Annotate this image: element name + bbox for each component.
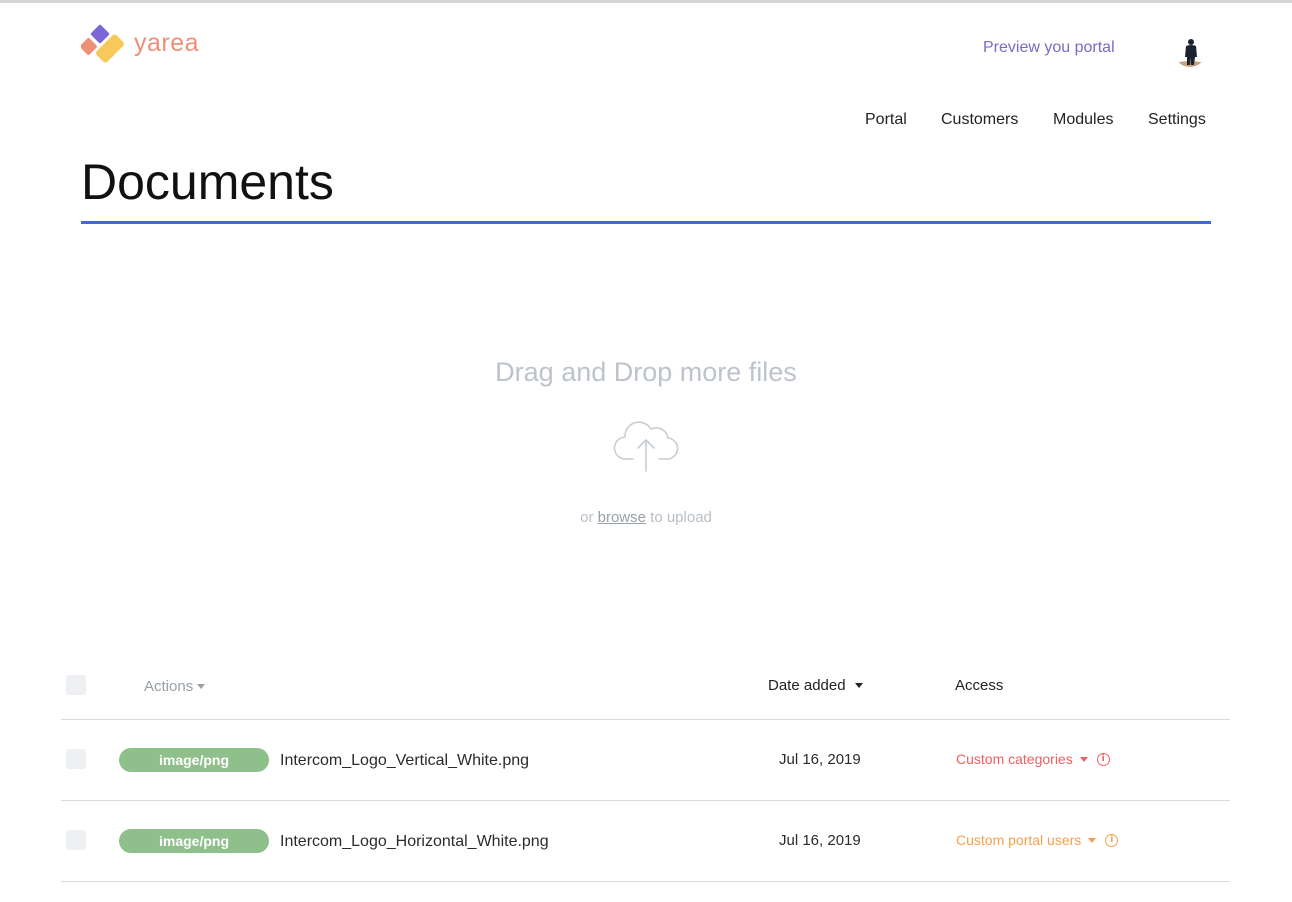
select-all-checkbox[interactable] bbox=[66, 675, 86, 695]
table-row: image/png Intercom_Logo_Horizontal_White… bbox=[61, 801, 1230, 882]
sort-desc-icon bbox=[854, 682, 863, 688]
actions-dropdown[interactable]: Actions bbox=[144, 678, 206, 695]
dropzone-sub-prefix: or bbox=[580, 509, 594, 526]
browse-link[interactable]: browse bbox=[598, 509, 646, 526]
dropzone-sub-suffix: to upload bbox=[650, 509, 712, 526]
nav-item-modules[interactable]: Modules bbox=[1053, 111, 1113, 129]
preview-portal-link[interactable]: Preview you portal bbox=[983, 39, 1115, 57]
file-type-badge: image/png bbox=[119, 748, 269, 772]
main-nav: Portal Customers Modules Settings bbox=[0, 111, 1292, 133]
brand-logo[interactable]: yarea bbox=[81, 24, 211, 70]
table-row: image/png Intercom_Logo_Vertical_White.p… bbox=[61, 720, 1230, 801]
dropzone-title: Drag and Drop more files bbox=[495, 357, 797, 387]
caret-down-icon bbox=[1079, 756, 1088, 762]
access-dropdown[interactable]: Custom portal users i bbox=[956, 832, 1119, 848]
nav-item-portal[interactable]: Portal bbox=[865, 111, 907, 129]
actions-label: Actions bbox=[144, 678, 194, 695]
avatar[interactable] bbox=[1174, 35, 1206, 67]
title-underline bbox=[81, 221, 1211, 224]
info-icon[interactable]: i bbox=[1096, 752, 1110, 766]
brand-name: yarea bbox=[134, 29, 200, 57]
access-header: Access bbox=[955, 677, 1004, 694]
file-type-badge: image/png bbox=[119, 829, 269, 853]
file-dropzone[interactable]: Drag and Drop more files or browse to up… bbox=[81, 340, 1211, 540]
access-label: Custom categories bbox=[956, 751, 1073, 767]
file-name[interactable]: Intercom_Logo_Vertical_White.png bbox=[280, 752, 529, 770]
date-added: Jul 16, 2019 bbox=[779, 751, 861, 768]
date-added-label: Date added bbox=[768, 677, 846, 694]
date-added-sort-header[interactable]: Date added bbox=[768, 677, 863, 694]
row-checkbox[interactable] bbox=[66, 830, 86, 850]
row-checkbox[interactable] bbox=[66, 749, 86, 769]
table-header: Actions Date added Access bbox=[61, 670, 1230, 720]
cloud-upload-icon bbox=[613, 421, 679, 472]
date-added: Jul 16, 2019 bbox=[779, 832, 861, 849]
caret-down-icon bbox=[1088, 837, 1097, 843]
logo-mark-icon bbox=[81, 24, 124, 63]
file-name[interactable]: Intercom_Logo_Horizontal_White.png bbox=[280, 833, 549, 851]
access-dropdown[interactable]: Custom categories i bbox=[956, 751, 1110, 767]
nav-item-settings[interactable]: Settings bbox=[1148, 111, 1206, 129]
page-title: Documents bbox=[81, 154, 334, 210]
top-border bbox=[0, 0, 1292, 3]
user-avatar-icon bbox=[1174, 35, 1206, 67]
dropzone-subtitle: or browse to upload bbox=[81, 509, 1211, 526]
nav-item-customers[interactable]: Customers bbox=[941, 111, 1018, 129]
caret-down-icon bbox=[197, 683, 206, 689]
info-icon[interactable]: i bbox=[1105, 833, 1119, 847]
access-label: Custom portal users bbox=[956, 832, 1082, 848]
